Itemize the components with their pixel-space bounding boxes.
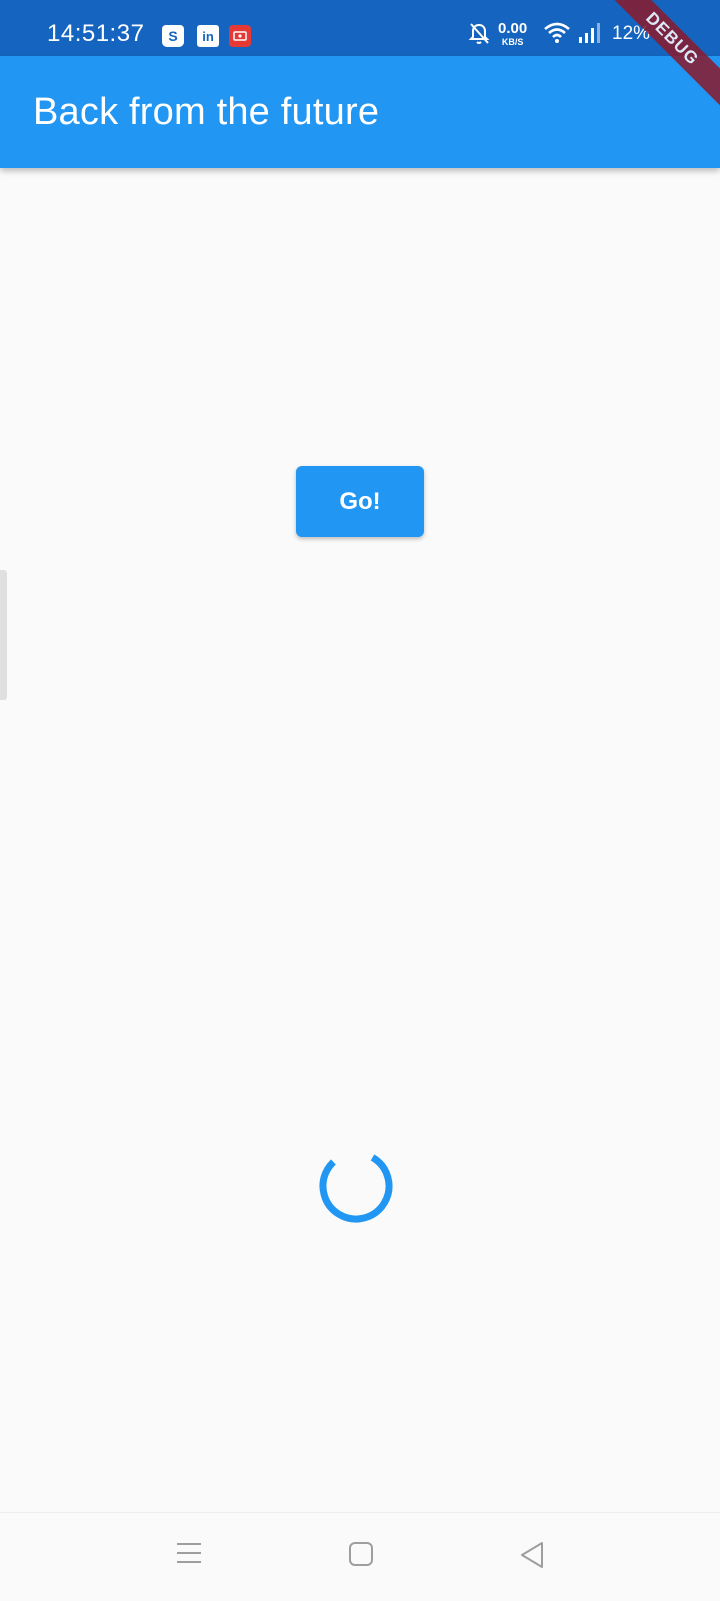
net-speed: 0.00 KB/S [498, 21, 527, 47]
status-time: 14:51:37 [47, 20, 145, 47]
back-icon[interactable] [519, 1541, 545, 1574]
signal-icon [578, 22, 602, 49]
shopee-icon: S [162, 25, 184, 47]
edge-handle[interactable] [0, 570, 7, 700]
page-title: Back from the future [33, 91, 380, 133]
status-bar: 14:51:37 S in 0.00 KB/S 12% [0, 0, 720, 56]
menu-icon[interactable] [176, 1541, 202, 1570]
linkedin-icon: in [197, 25, 219, 47]
net-speed-value: 0.00 [498, 20, 528, 37]
wifi-icon [543, 22, 571, 49]
net-speed-unit: KB/S [501, 37, 524, 47]
loading-spinner [318, 1148, 394, 1229]
navigation-bar [0, 1512, 720, 1601]
screen-record-icon [229, 25, 251, 47]
bell-muted-icon [468, 22, 490, 51]
go-button[interactable]: Go! [296, 466, 424, 537]
app-bar: Back from the future [0, 56, 720, 168]
home-icon[interactable] [348, 1541, 374, 1572]
